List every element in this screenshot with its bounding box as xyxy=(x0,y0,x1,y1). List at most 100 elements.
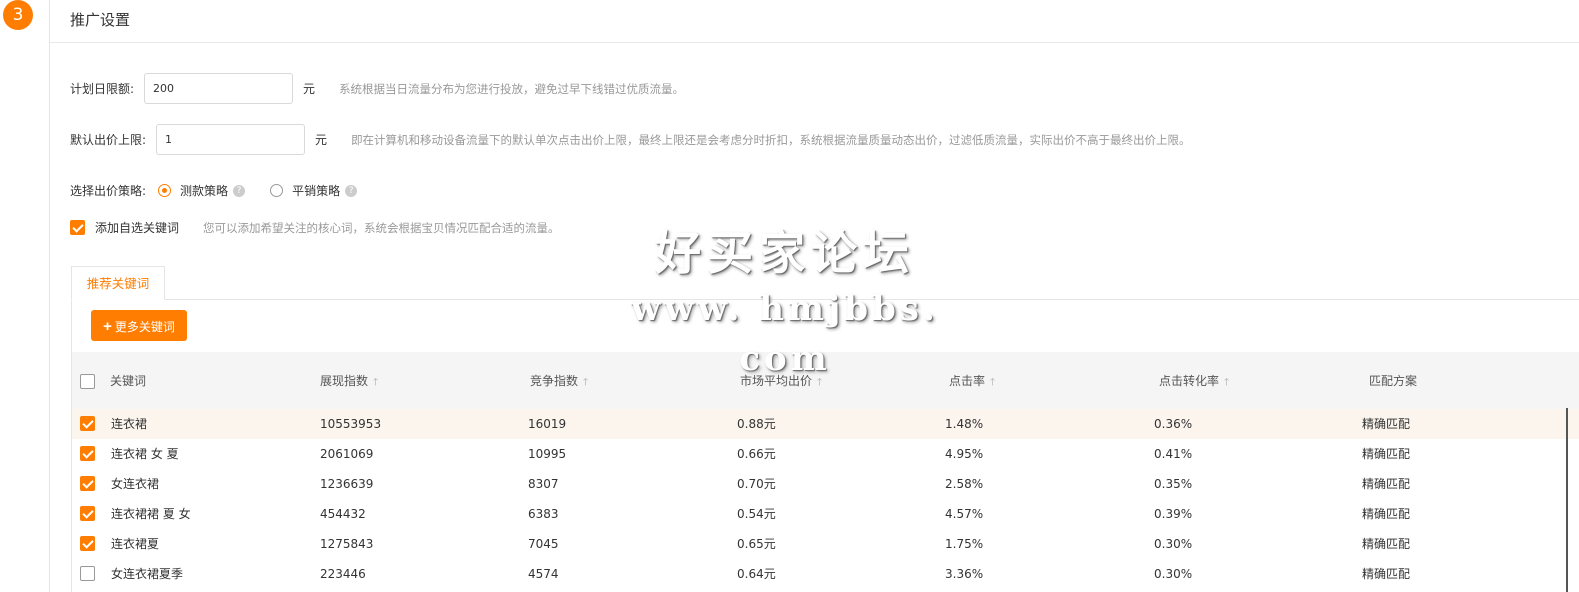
cell-keyword: 女连衣裙 xyxy=(111,477,160,491)
cell-ctr: 4.95% xyxy=(945,447,984,461)
budget-input[interactable] xyxy=(144,73,294,104)
row-checkbox[interactable] xyxy=(80,476,95,491)
tab-recommended-keywords[interactable]: 推荐关键词 xyxy=(71,266,165,300)
cell-match[interactable]: 精确匹配 xyxy=(1362,409,1410,439)
cell-cvr: 0.30% xyxy=(1154,567,1193,581)
sort-arrow-icon[interactable]: 🡑 xyxy=(817,377,822,388)
header-competition-label: 竞争指数 xyxy=(530,374,579,388)
cell-keyword: 连衣裙 xyxy=(111,417,148,431)
cell-ctr: 2.58% xyxy=(945,477,984,491)
header-ctr[interactable]: 点击率 🡑 xyxy=(949,352,995,412)
max-bid-label: 默认出价上限: xyxy=(70,133,147,147)
cell-keyword: 连衣裙 女 夏 xyxy=(111,447,179,461)
budget-hint: 系统根据当日流量分布为您进行投放，避免过早下线错过优质流量。 xyxy=(339,81,685,96)
cell-cvr: 0.41% xyxy=(1154,447,1193,461)
max-bid-row: 默认出价上限: 元 即在计算机和移动设备流量下的默认单次点击出价上限，最终上限还… xyxy=(70,124,1191,155)
header-avg-bid[interactable]: 市场平均出价 🡑 xyxy=(740,352,822,412)
cell-competition: 6383 xyxy=(528,507,559,521)
max-bid-hint: 即在计算机和移动设备流量下的默认单次点击出价上限，最终上限还是会考虑分时折扣，系… xyxy=(351,132,1191,147)
row-checkbox[interactable] xyxy=(80,506,95,521)
cell-keyword: 女连衣裙夏季 xyxy=(111,567,184,581)
cell-avg-bid: 0.65元 xyxy=(737,537,776,551)
section-divider xyxy=(50,42,1579,43)
cell-keyword: 连衣裙夏 xyxy=(111,537,160,551)
cell-competition: 7045 xyxy=(528,537,559,551)
cell-competition: 16019 xyxy=(528,417,567,431)
cell-keyword: 连衣裙裙 夏 女 xyxy=(111,507,191,521)
table-row[interactable]: 女连衣裙夏季 223446 4574 0.64元 3.36% 0.30% 精确匹… xyxy=(72,559,1579,589)
header-ctr-label: 点击率 xyxy=(949,374,986,388)
step-number-badge: 3 xyxy=(3,0,33,30)
budget-row: 计划日限额: 元 系统根据当日流量分布为您进行投放，避免过早下线错过优质流量。 xyxy=(70,73,684,104)
step-guide-line xyxy=(49,0,50,592)
header-avg-bid-label: 市场平均出价 xyxy=(740,374,813,388)
radio-unselected-icon[interactable] xyxy=(270,184,284,197)
row-checkbox[interactable] xyxy=(80,536,95,551)
table-header: 关键词 展现指数 🡑 竞争指数 🡑 市场平均出价 🡑 点击率 🡑 点击转化率 🡑 匹配方案 xyxy=(72,352,1579,410)
cell-avg-bid: 0.88元 xyxy=(737,417,776,431)
table-row[interactable]: 连衣裙 女 夏 2061069 10995 0.66元 4.95% 0.41% … xyxy=(72,439,1579,470)
question-circle-icon[interactable]: ? xyxy=(233,184,246,197)
plus-icon: + xyxy=(103,318,112,335)
cell-ctr: 4.57% xyxy=(945,507,984,521)
row-checkbox[interactable] xyxy=(80,566,95,581)
cell-impressions: 1275843 xyxy=(320,537,374,551)
header-keyword: 关键词 xyxy=(110,374,147,388)
strategy-option-test[interactable]: 测款策略 ? xyxy=(158,182,246,199)
cell-match[interactable]: 精确匹配 xyxy=(1362,469,1410,499)
select-all-checkbox[interactable] xyxy=(80,374,95,389)
cell-impressions: 1236639 xyxy=(320,477,374,491)
table-row[interactable]: 女连衣裙 1236639 8307 0.70元 2.58% 0.35% 精确匹配 xyxy=(72,469,1579,500)
cell-ctr: 1.48% xyxy=(945,417,984,431)
budget-label: 计划日限额: xyxy=(70,82,135,96)
cell-avg-bid: 0.66元 xyxy=(737,447,776,461)
header-cvr[interactable]: 点击转化率 🡑 xyxy=(1159,352,1229,412)
cell-ctr: 1.75% xyxy=(945,537,984,551)
custom-keywords-checkbox[interactable] xyxy=(70,220,85,235)
cell-avg-bid: 0.54元 xyxy=(737,507,776,521)
cell-impressions: 223446 xyxy=(320,567,366,581)
header-impressions-label: 展现指数 xyxy=(320,374,369,388)
sort-arrow-icon[interactable]: 🡑 xyxy=(1224,377,1229,388)
cell-competition: 8307 xyxy=(528,477,559,491)
header-cvr-label: 点击转化率 xyxy=(1159,374,1220,388)
cell-cvr: 0.35% xyxy=(1154,477,1193,491)
cell-match[interactable]: 精确匹配 xyxy=(1362,499,1410,529)
sort-arrow-icon[interactable]: 🡑 xyxy=(373,377,378,388)
tab-strip-divider xyxy=(71,299,1579,300)
strategy-label: 选择出价策略: xyxy=(70,184,147,198)
question-circle-icon[interactable]: ? xyxy=(345,184,358,197)
custom-keywords-row: 添加自选关键词 您可以添加希望关注的核心词，系统会根据宝贝情况匹配合适的流量。 xyxy=(70,219,560,236)
sort-arrow-icon[interactable]: 🡑 xyxy=(583,377,588,388)
cell-impressions: 2061069 xyxy=(320,447,374,461)
section-title: 推广设置 xyxy=(70,11,131,29)
cell-match[interactable]: 精确匹配 xyxy=(1362,439,1410,469)
table-scrollbar[interactable] xyxy=(1566,408,1568,592)
cell-impressions: 454432 xyxy=(320,507,366,521)
cell-cvr: 0.39% xyxy=(1154,507,1193,521)
cell-cvr: 0.36% xyxy=(1154,417,1193,431)
header-match: 匹配方案 xyxy=(1369,374,1418,388)
strategy-row: 选择出价策略: 测款策略 ? 平销策略 ? xyxy=(70,182,358,199)
cell-match[interactable]: 精确匹配 xyxy=(1362,529,1410,559)
table-row[interactable]: 连衣裙裙 夏 女 454432 6383 0.54元 4.57% 0.39% 精… xyxy=(72,499,1579,530)
strategy-option-test-label: 测款策略 xyxy=(180,184,229,198)
table-row[interactable]: 连衣裙 10553953 16019 0.88元 1.48% 0.36% 精确匹… xyxy=(72,409,1579,440)
max-bid-input[interactable] xyxy=(156,124,306,155)
sort-arrow-icon[interactable]: 🡑 xyxy=(990,377,995,388)
cell-avg-bid: 0.64元 xyxy=(737,567,776,581)
table-row[interactable]: 连衣裙夏 1275843 7045 0.65元 1.75% 0.30% 精确匹配 xyxy=(72,529,1579,560)
strategy-option-steady-label: 平销策略 xyxy=(292,184,341,198)
header-competition[interactable]: 竞争指数 🡑 xyxy=(530,352,588,412)
strategy-option-steady[interactable]: 平销策略 ? xyxy=(270,182,358,199)
cell-avg-bid: 0.70元 xyxy=(737,477,776,491)
row-checkbox[interactable] xyxy=(80,416,95,431)
custom-keywords-label: 添加自选关键词 xyxy=(95,221,180,235)
cell-competition: 10995 xyxy=(528,447,567,461)
more-keywords-label: 更多关键词 xyxy=(114,320,175,334)
radio-selected-icon[interactable] xyxy=(158,184,172,197)
cell-match[interactable]: 精确匹配 xyxy=(1362,559,1410,589)
row-checkbox[interactable] xyxy=(80,446,95,461)
header-impressions[interactable]: 展现指数 🡑 xyxy=(320,352,378,412)
more-keywords-button[interactable]: + 更多关键词 xyxy=(91,310,187,341)
